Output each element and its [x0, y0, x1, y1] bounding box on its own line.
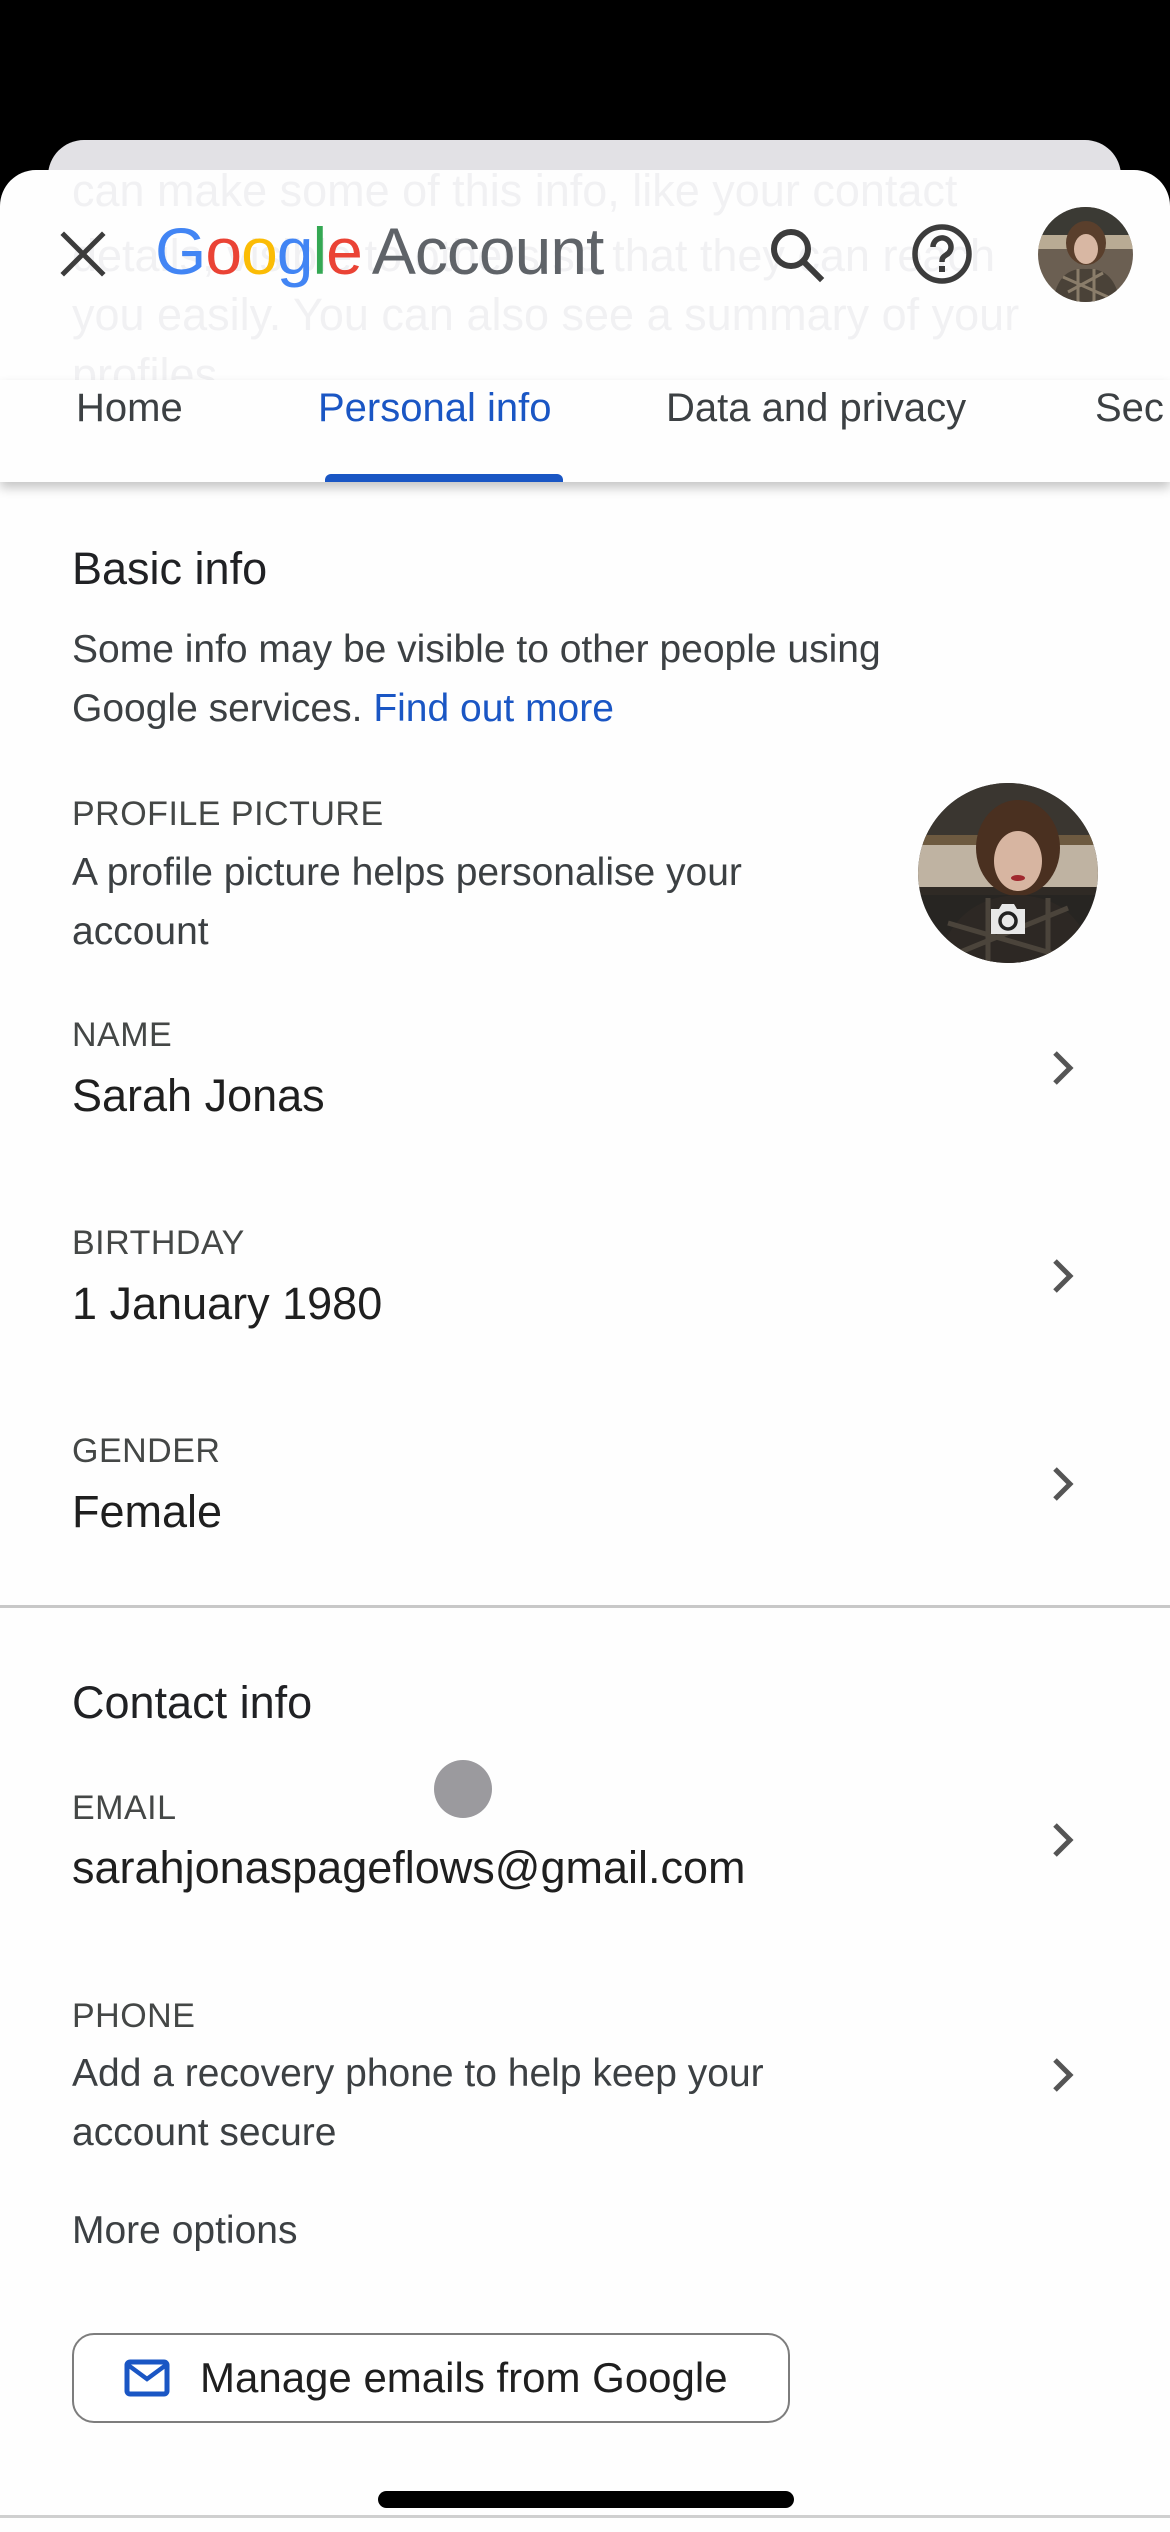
more-options-link[interactable]: More options: [72, 2201, 297, 2260]
logo-letter: l: [312, 214, 328, 288]
logo-letter: e: [326, 214, 363, 288]
home-indicator[interactable]: [378, 2491, 794, 2508]
logo-letter: G: [155, 214, 206, 288]
description-line: account secure: [72, 2111, 337, 2154]
description-line: Google services.: [72, 687, 363, 730]
basic-info-description: Some info may be visible to other people…: [72, 620, 992, 738]
tab-personal-info[interactable]: Personal info: [318, 384, 551, 432]
close-button[interactable]: [58, 229, 108, 279]
mail-icon: [124, 2359, 170, 2397]
description-line: Some info may be visible to other people…: [72, 628, 881, 671]
tab-home[interactable]: Home: [76, 384, 183, 432]
google-account-logo: Google Account: [155, 218, 604, 284]
gender-value: Female: [72, 1486, 223, 1537]
background-text-line: you easily. You can also see a summary o…: [72, 289, 1020, 340]
search-icon: [771, 229, 825, 283]
profile-picture-description: A profile picture helps personalise your…: [72, 843, 872, 961]
help-icon: [912, 224, 972, 284]
chevron-right-icon: [1053, 1467, 1074, 1501]
gender-label: GENDER: [72, 1432, 221, 1470]
birthday-label: BIRTHDAY: [72, 1224, 245, 1262]
chevron-right-icon: [1053, 1051, 1074, 1085]
account-avatar[interactable]: [1038, 207, 1133, 302]
phone-label: PHONE: [72, 1997, 196, 2035]
bottom-divider: [0, 2515, 1170, 2518]
account-sheet: [0, 170, 1170, 2532]
profile-picture-label: PROFILE PICTURE: [72, 795, 384, 833]
logo-letter: o: [241, 214, 278, 288]
contact-info-title: Contact info: [72, 1677, 313, 1728]
tab-data-and-privacy[interactable]: Data and privacy: [666, 384, 966, 432]
chevron-right-icon: [1053, 1823, 1074, 1857]
close-icon: [60, 231, 106, 277]
manage-emails-button[interactable]: Manage emails from Google: [72, 2333, 790, 2423]
find-out-more-link[interactable]: Find out more: [373, 687, 614, 730]
help-button[interactable]: [910, 222, 974, 286]
email-label: EMAIL: [72, 1789, 177, 1827]
chevron-right-icon: [1053, 1259, 1074, 1293]
profile-picture[interactable]: [918, 783, 1098, 963]
name-value: Sarah Jonas: [72, 1070, 325, 1121]
chevron-right-icon: [1053, 2058, 1074, 2092]
description-line: A profile picture helps personalise your: [72, 851, 742, 894]
birthday-value: 1 January 1980: [72, 1278, 383, 1329]
manage-emails-label: Manage emails from Google: [200, 2354, 728, 2401]
touch-indicator: [434, 1760, 492, 1818]
logo-letter: o: [205, 214, 242, 288]
camera-icon: [991, 904, 1025, 934]
phone-description: Add a recovery phone to help keep your a…: [72, 2044, 922, 2162]
email-value: sarahjonaspageflows@gmail.com: [72, 1842, 746, 1893]
description-line: Add a recovery phone to help keep your: [72, 2052, 764, 2095]
name-label: NAME: [72, 1016, 173, 1054]
description-line: account: [72, 910, 209, 953]
logo-letter: g: [276, 214, 314, 288]
search-button[interactable]: [766, 224, 828, 286]
logo-account-text: Account: [371, 214, 604, 288]
avatar-photo: [1038, 207, 1133, 302]
background-text-line: can make some of this info, like your co…: [72, 165, 958, 216]
active-tab-indicator: [325, 474, 563, 482]
section-divider: [0, 1605, 1170, 1608]
tab-security[interactable]: Sec: [1095, 384, 1164, 432]
basic-info-title: Basic info: [72, 543, 268, 594]
